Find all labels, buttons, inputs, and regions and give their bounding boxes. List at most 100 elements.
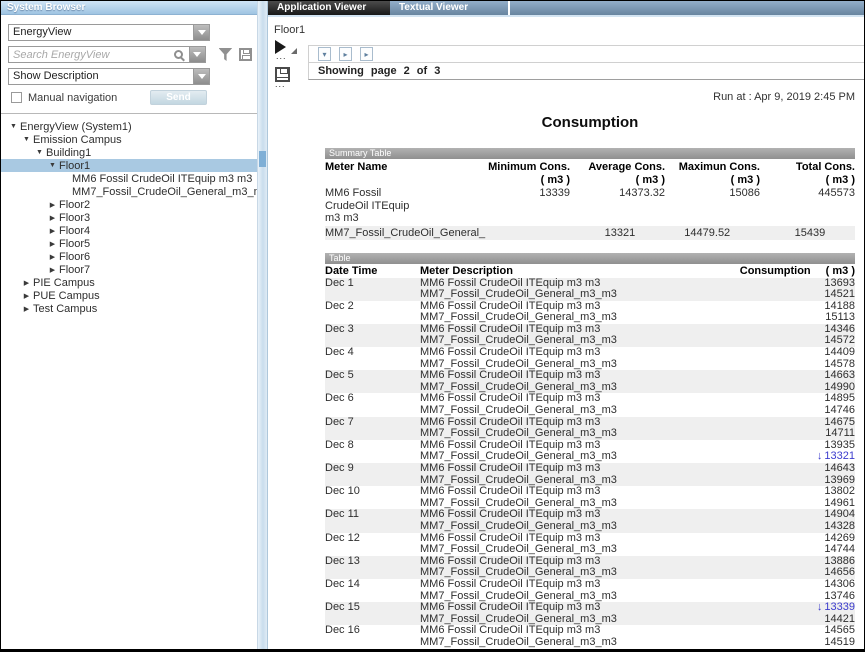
tree-item-label: Floor2: [59, 199, 90, 211]
save-filter-icon[interactable]: [239, 48, 252, 61]
summary-total-value: 445573: [760, 187, 855, 200]
table-row: Dec 11 MM6 Fossil CrudeOil ITEquip m3 m3…: [325, 509, 855, 521]
row-meter-description: MM6 Fossil CrudeOil ITEquip m3 m3: [420, 463, 745, 475]
table-row: Dec 8 MM6 Fossil CrudeOil ITEquip m3 m3 …: [325, 440, 855, 452]
expand-arrow-icon[interactable]: ▶: [46, 227, 59, 235]
row-meter-description: MM7_Fossil_CrudeOil_General_m3_m3: [420, 382, 745, 394]
row-date: Dec 10: [325, 486, 420, 498]
tree-item[interactable]: MM7_Fossil_CrudeOil_General_m3_m3: [1, 185, 257, 198]
next-page-icon[interactable]: ▸: [339, 47, 352, 61]
row-meter-description: MM6 Fossil CrudeOil ITEquip m3 m3: [420, 370, 745, 382]
collapse-arrow-icon[interactable]: ▼: [20, 136, 33, 143]
collapse-arrow-icon[interactable]: ▼: [33, 149, 46, 156]
manual-navigation-checkbox[interactable]: [11, 92, 22, 103]
expand-arrow-icon[interactable]: ▶: [46, 214, 59, 222]
viewer-panel: Application Viewer Textual Viewer Floor1…: [268, 1, 864, 649]
description-dropdown[interactable]: Show Description: [8, 68, 210, 85]
summary-min-value: 13321: [540, 227, 635, 240]
tree-item[interactable]: ▶ PUE Campus: [1, 289, 257, 302]
expand-arrow-icon[interactable]: ▶: [20, 279, 33, 287]
tree-item[interactable]: ▼ Emission Campus: [1, 133, 257, 146]
row-date: [325, 637, 420, 649]
expand-arrow-icon[interactable]: ▶: [46, 253, 59, 261]
row-meter-description: MM7_Fossil_CrudeOil_General_m3_m3: [420, 475, 745, 487]
table-row: MM7_Fossil_CrudeOil_General_m3_m3 ↓14421: [325, 614, 855, 626]
prev-page-icon[interactable]: ▾: [318, 47, 331, 61]
summary-table-bar: Summary Table: [325, 148, 855, 159]
row-date: Dec 11: [325, 509, 420, 521]
tree-item[interactable]: MM6 Fossil CrudeOil ITEquip m3 m3: [1, 172, 257, 185]
summary-table-header: Meter Name Minimum Cons.( m3 ) Average C…: [325, 161, 855, 186]
filter-icon[interactable]: [219, 48, 233, 61]
tree-item[interactable]: ▼ EnergyView (System1): [1, 120, 257, 133]
col-meter-name: Meter Name: [325, 161, 475, 174]
tab-application-viewer[interactable]: Application Viewer: [268, 1, 390, 15]
send-button[interactable]: Send: [150, 90, 207, 105]
table-row: MM7_Fossil_CrudeOil_General_m3_m3 ↓14744: [325, 544, 855, 556]
system-dropdown[interactable]: EnergyView: [8, 24, 210, 41]
application-viewer: Floor1 ... ... ▾ ▸ ▸ Showing page 2 of 3: [268, 17, 864, 649]
system-browser-panel: System Browser EnergyView Show D: [1, 1, 258, 649]
tree-item-label: Building1: [46, 147, 91, 159]
row-date: Dec 16: [325, 625, 420, 637]
dropdown-arrow-icon[interactable]: [193, 25, 209, 40]
table-row: MM7_Fossil_CrudeOil_General_m3_m3 ↓14328: [325, 521, 855, 533]
tab-textual-viewer[interactable]: Textual Viewer: [390, 1, 512, 15]
expand-arrow-icon[interactable]: ▶: [46, 240, 59, 248]
row-meter-description: MM7_Fossil_CrudeOil_General_m3_m3: [420, 544, 745, 556]
expand-arrow-icon[interactable]: ▶: [46, 201, 59, 209]
table-row: MM7_Fossil_CrudeOil_General_m3_m3 ↓14746: [325, 405, 855, 417]
detail-table-body: Dec 1 MM6 Fossil CrudeOil ITEquip m3 m3 …: [325, 278, 855, 649]
row-date: Dec 6: [325, 393, 420, 405]
summary-meter-name: MM6 Fossil CrudeOil ITEquip m3 m3: [325, 187, 475, 225]
dropdown-arrow-icon[interactable]: [193, 69, 209, 84]
tree-item[interactable]: ▶ Floor7: [1, 263, 257, 276]
collapse-arrow-icon[interactable]: ▼: [46, 162, 59, 169]
row-meter-description: MM7_Fossil_CrudeOil_General_m3_m3: [420, 567, 745, 579]
row-meter-description: MM6 Fossil CrudeOil ITEquip m3 m3: [420, 533, 745, 545]
table-row: MM7_Fossil_CrudeOil_General_m3_m3 ↓14990: [325, 382, 855, 394]
tree-item-label: MM7_Fossil_CrudeOil_General_m3_m3: [72, 186, 257, 198]
tree-item[interactable]: ▶ Test Campus: [1, 302, 257, 315]
tree-item[interactable]: ▶ Floor3: [1, 211, 257, 224]
tree-item[interactable]: ▼ Building1: [1, 146, 257, 159]
collapse-arrow-icon[interactable]: ▼: [7, 123, 20, 130]
tree-item-label: PIE Campus: [33, 277, 95, 289]
search-input[interactable]: [9, 47, 174, 62]
summary-avg-value: 14373.32: [570, 187, 665, 200]
row-meter-description: MM7_Fossil_CrudeOil_General_m3_m3: [420, 637, 745, 649]
panel-splitter[interactable]: [258, 1, 268, 649]
save-report-icon[interactable]: [275, 67, 290, 82]
run-report-icon[interactable]: ...: [275, 40, 305, 62]
tree-item[interactable]: ▶ Floor2: [1, 198, 257, 211]
table-row: Dec 3 MM6 Fossil CrudeOil ITEquip m3 m3 …: [325, 324, 855, 336]
tree-item[interactable]: ▶ Floor6: [1, 250, 257, 263]
row-date: Dec 4: [325, 347, 420, 359]
tree-item[interactable]: ▶ PIE Campus: [1, 276, 257, 289]
expand-arrow-icon[interactable]: ▶: [20, 292, 33, 300]
row-meter-description: MM6 Fossil CrudeOil ITEquip m3 m3: [420, 579, 745, 591]
splitter-handle-icon[interactable]: [259, 151, 266, 167]
table-row: Dec 4 MM6 Fossil CrudeOil ITEquip m3 m3 …: [325, 347, 855, 359]
row-meter-description: MM6 Fossil CrudeOil ITEquip m3 m3: [420, 324, 745, 336]
manual-navigation-label: Manual navigation: [28, 92, 117, 104]
expand-arrow-icon[interactable]: ▶: [20, 305, 33, 313]
row-meter-description: MM7_Fossil_CrudeOil_General_m3_m3: [420, 428, 745, 440]
tree-item-label: Floor3: [59, 212, 90, 224]
table-row: MM7_Fossil_CrudeOil_General_m3_m3 ↓14578: [325, 359, 855, 371]
row-meter-description: MM6 Fossil CrudeOil ITEquip m3 m3: [420, 393, 745, 405]
tree-item[interactable]: ▼ Floor1: [1, 159, 257, 172]
search-icon[interactable]: [174, 50, 183, 59]
row-date: Dec 14: [325, 579, 420, 591]
tree-item-label: PUE Campus: [33, 290, 100, 302]
last-page-icon[interactable]: ▸: [360, 47, 373, 61]
search-dropdown-arrow-icon[interactable]: [189, 47, 205, 62]
summary-table-row: MM7_Fossil_CrudeOil_General_ 13321 14479…: [325, 226, 855, 241]
system-dropdown-value: EnergyView: [9, 25, 193, 40]
paging-status: Showing page 2 of 3: [308, 63, 864, 80]
expand-arrow-icon[interactable]: ▶: [46, 266, 59, 274]
table-row: Dec 16 MM6 Fossil CrudeOil ITEquip m3 m3…: [325, 625, 855, 637]
row-date: [325, 544, 420, 556]
tree-item[interactable]: ▶ Floor5: [1, 237, 257, 250]
tree-item[interactable]: ▶ Floor4: [1, 224, 257, 237]
